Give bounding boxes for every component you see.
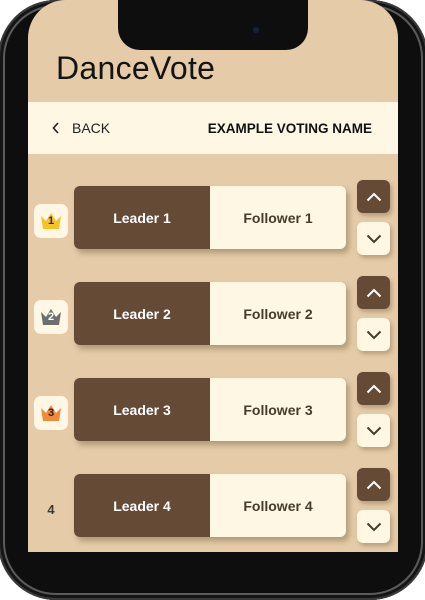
rank-number: 2	[47, 311, 55, 323]
leader-name: Leader 1	[74, 186, 210, 249]
move-down-button[interactable]	[357, 414, 390, 447]
camera-icon	[250, 24, 262, 36]
app-screen: DanceVote BACK EXAMPLE VOTING NAME 1 Lea…	[28, 0, 398, 552]
move-up-button[interactable]	[357, 180, 390, 213]
chevron-left-icon	[52, 122, 59, 134]
follower-name: Follower 1	[210, 186, 346, 249]
chevron-up-icon	[366, 480, 381, 489]
chevron-down-icon	[366, 330, 381, 339]
ranking-row: 1 Leader 1 Follower 1	[28, 180, 398, 276]
ranking-row: 2 Leader 2 Follower 2	[28, 276, 398, 372]
chevron-down-icon	[366, 426, 381, 435]
move-down-button[interactable]	[357, 510, 390, 543]
rank-number: 4	[47, 501, 55, 517]
rank-number: 1	[47, 215, 55, 227]
app-title: DanceVote	[56, 50, 216, 86]
back-label: BACK	[72, 120, 111, 136]
leader-name: Leader 4	[74, 474, 210, 537]
move-up-button[interactable]	[357, 468, 390, 501]
move-up-button[interactable]	[357, 276, 390, 309]
couple-card[interactable]: Leader 4 Follower 4	[74, 474, 346, 537]
couple-card[interactable]: Leader 1 Follower 1	[74, 186, 346, 249]
follower-name: Follower 4	[210, 474, 346, 537]
chevron-up-icon	[366, 192, 381, 201]
ranking-row: 4 Leader 4 Follower 4	[28, 468, 398, 552]
rank-badge: 2	[34, 300, 68, 334]
status-area	[28, 0, 398, 52]
move-down-button[interactable]	[357, 318, 390, 351]
chevron-up-icon	[366, 288, 381, 297]
couple-card[interactable]: Leader 2 Follower 2	[74, 282, 346, 345]
chevron-down-icon	[366, 234, 381, 243]
rank-badge: 3	[34, 396, 68, 430]
chevron-up-icon	[366, 384, 381, 393]
move-down-button[interactable]	[357, 222, 390, 255]
ranking-row: 3 Leader 3 Follower 3	[28, 372, 398, 468]
rank-number: 3	[47, 407, 55, 419]
leader-name: Leader 3	[74, 378, 210, 441]
chevron-down-icon	[366, 522, 381, 531]
follower-name: Follower 3	[210, 378, 346, 441]
device-notch	[118, 0, 308, 50]
voting-name: EXAMPLE VOTING NAME	[207, 120, 372, 136]
top-bar: BACK EXAMPLE VOTING NAME	[28, 102, 398, 154]
couple-card[interactable]: Leader 3 Follower 3	[74, 378, 346, 441]
rank-badge: 1	[34, 204, 68, 238]
back-button[interactable]: BACK	[52, 102, 110, 154]
leader-name: Leader 2	[74, 282, 210, 345]
follower-name: Follower 2	[210, 282, 346, 345]
move-up-button[interactable]	[357, 372, 390, 405]
